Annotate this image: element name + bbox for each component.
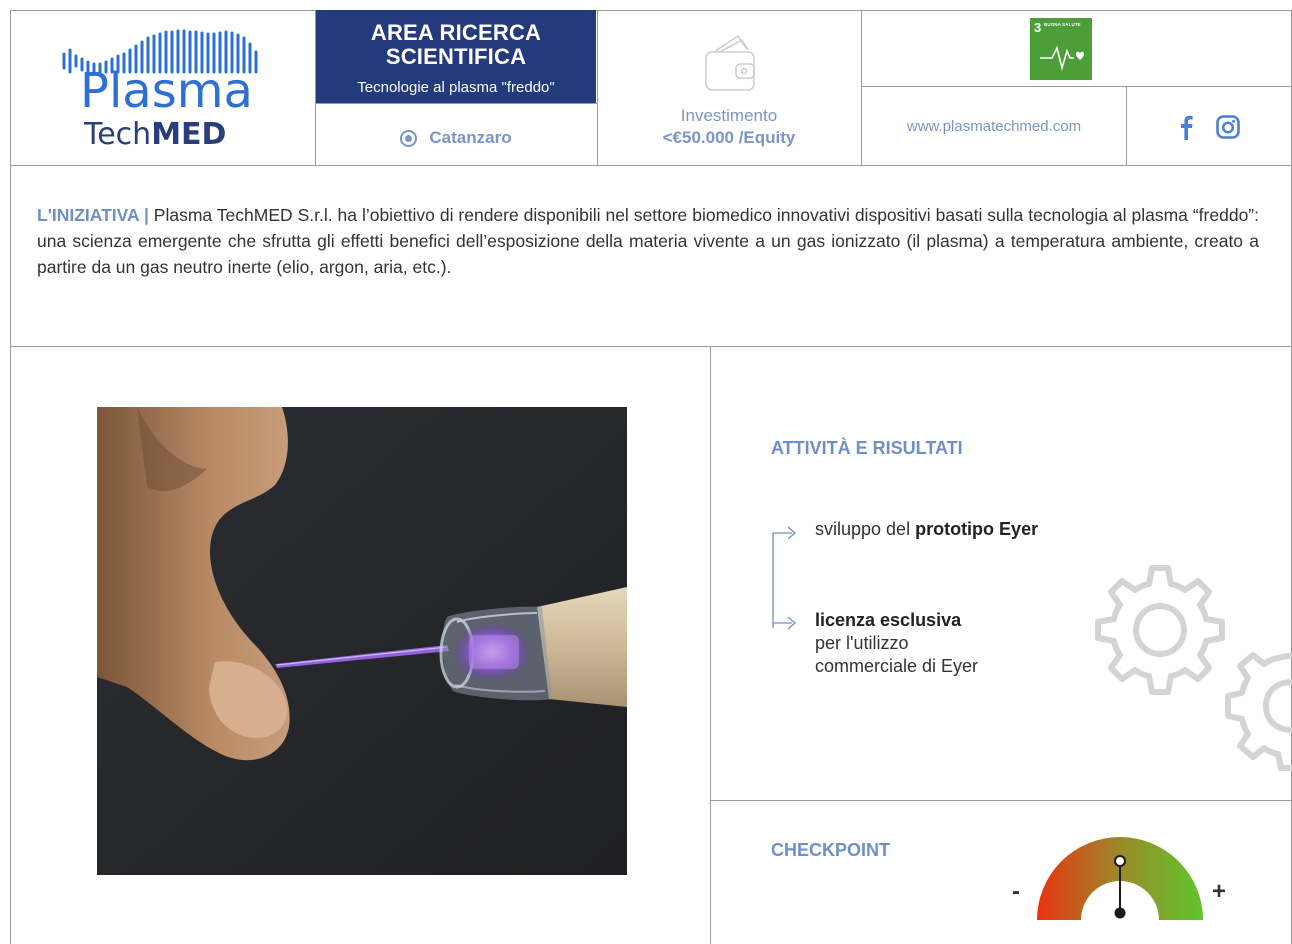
- logo-word-tech: Tech: [84, 117, 152, 152]
- activity-item-license-line2: per l'utilizzo: [815, 633, 909, 653]
- investment-label: Investimento: [680, 106, 778, 125]
- logo-word-techmed: TechMED: [84, 119, 226, 151]
- location-icon: [400, 129, 418, 147]
- area-title-line1: AREA RICERCA: [370, 20, 542, 45]
- instagram-icon[interactable]: [1216, 115, 1240, 144]
- intro-label: L'INIZIATIVA |: [37, 205, 149, 225]
- gauge-plus: +: [1212, 878, 1227, 905]
- gauge-needle: [1114, 855, 1126, 919]
- website-link[interactable]: www.plasmatechmed.com: [862, 118, 1126, 135]
- activity-item-prototype-normal: sviluppo del: [815, 519, 916, 539]
- activity-item-license-line3: commerciale di Eyer: [815, 656, 979, 676]
- activities-connector: [772, 526, 796, 630]
- activity-item-prototype-bold: prototipo Eyer: [915, 519, 1039, 539]
- sdg-badge: 3 BUONA SALUTE: [1030, 18, 1092, 80]
- activity-item-license-bold: licenza esclusiva: [815, 610, 962, 630]
- logo-word-med: MED: [151, 117, 227, 152]
- logo-word-plasma: Plasma: [80, 63, 253, 119]
- brand-logo: Plasma TechMED: [50, 26, 270, 156]
- plasma-device-photo: [97, 407, 627, 875]
- activity-item-license: licenza esclusiva per l'utilizzo commerc…: [815, 609, 1075, 678]
- heartbeat-icon: [1040, 45, 1084, 72]
- activities-title: ATTIVITÀ E RISULTATI: [771, 438, 963, 458]
- intro-text: Plasma TechMED S.r.l. ha l’obiettivo di …: [37, 205, 1259, 277]
- checkpoint-gauge: [1037, 837, 1203, 920]
- gear-icon: [1095, 565, 1292, 771]
- gauge-minus: -: [1012, 878, 1020, 905]
- activity-item-prototype: sviluppo del prototipo Eyer: [815, 519, 1038, 540]
- investment-value: <€50.000 /Equity: [662, 128, 796, 147]
- area-title-line2: SCIENTIFICA: [385, 44, 527, 69]
- area-title: AREA RICERCA SCIENTIFICA: [316, 21, 596, 69]
- checkpoint-title: CHECKPOINT: [771, 840, 891, 860]
- wallet-icon: [700, 30, 760, 101]
- area-header: AREA RICERCA SCIENTIFICA Tecnologie al p…: [316, 10, 596, 103]
- location-label: Catanzaro: [429, 128, 512, 147]
- facebook-icon[interactable]: [1178, 114, 1194, 145]
- area-subtitle: Tecnologie al plasma "freddo": [357, 79, 555, 96]
- location: Catanzaro: [316, 118, 596, 158]
- intro-paragraph: L'INIZIATIVA | Plasma TechMED S.r.l. ha …: [37, 202, 1259, 280]
